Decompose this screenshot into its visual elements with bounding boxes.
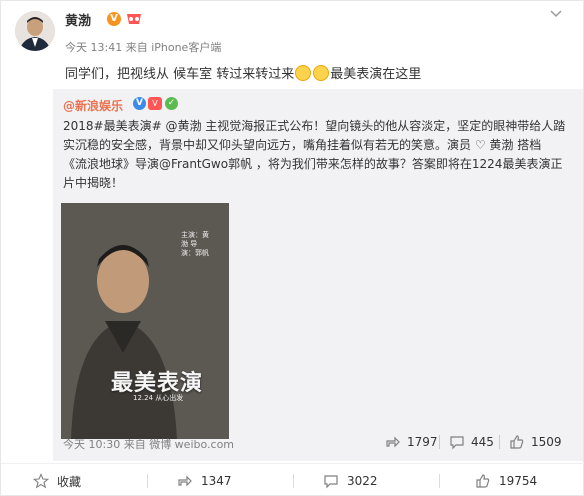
repost-comment-button[interactable]: 445 [449,434,494,450]
share-icon [178,475,192,487]
post-meta: 今天 13:41 来自 iPhone客户端 [65,41,222,54]
repost-like-button[interactable]: 1509 [509,434,562,450]
repost-line: 片中揭晓！ [63,176,124,190]
repost-meta: 今天 10:30 来自 微博 weibo.com [63,438,235,451]
repost-line: 《流浪地球》导演@FrantGwo郭帆 ，将为我们带来怎样的故事？答案即将在12… [63,157,563,171]
repost-share-button[interactable]: 1797 [385,434,438,450]
verified-blue-icon: V [133,97,146,110]
favorite-button[interactable]: 收藏 [33,464,81,496]
comment-button[interactable]: 3022 [323,464,378,496]
like-button[interactable]: 19754 [475,464,537,496]
repost-line: 实沉稳的安全感，背景中却又仰头望向远方，嘴角挂着似有若无的笑意。演员 ♡ 黄渤 … [63,138,542,152]
chevron-down-icon[interactable] [549,7,563,21]
vip-icon [127,14,141,24]
laugh-emoji-icon [295,65,312,81]
divider [293,474,294,488]
laugh-emoji-icon [313,65,330,81]
vip-badge-icon: V [148,97,162,110]
repost-author[interactable]: @新浪娱乐 [63,97,123,114]
comment-icon [324,475,338,489]
comment-icon [450,436,464,450]
star-icon [33,473,49,489]
repost-text: 2018#最美表演# @黄渤 主视觉海报正式公布！望向镜头的他从容淡定，坚定的眼… [63,117,565,193]
divider [499,435,500,449]
thumbs-up-icon [510,435,524,449]
poster-credits: 主演：黄渤 导演：郭帆 [181,231,209,257]
repost-button[interactable]: 1347 [177,464,232,496]
favorite-label: 收藏 [57,474,82,489]
repost-like-count: 1509 [531,435,562,449]
repost-comment-count: 445 [471,435,494,449]
thumbs-up-icon [476,474,490,488]
repost-box[interactable]: @新浪娱乐 V V ✓ 2018#最美表演# @黄渤 主视觉海报正式公布！望向镜… [53,89,583,461]
weibo-card: 黄渤 V 今天 13:41 来自 iPhone客户端 同学们，把视线从 候车室 … [0,0,584,496]
author-avatar[interactable] [15,11,55,51]
share-icon [386,436,400,448]
divider [439,435,440,449]
poster-image[interactable]: 主演：黄渤 导演：郭帆 最美表演 12.24 从心出发 [61,203,229,439]
action-bar: 收藏 1347 3022 19754 [1,463,584,496]
comment-count: 3022 [347,474,378,488]
like-count: 19754 [499,474,538,488]
repost-line: 2018#最美表演# @黄渤 主视觉海报正式公布！望向镜头的他从容淡定，坚定的眼… [63,119,566,133]
content-text-2: 最美表演在这里 [330,67,422,82]
post-content: 同学们，把视线从 候车室 转过来转过来 最美表演在这里 [65,63,421,82]
repost-share-count: 1797 [407,435,438,449]
repost-count: 1347 [201,474,232,488]
divider [439,474,440,488]
poster-date: 12.24 从心出发 [133,394,184,402]
divider [147,474,148,488]
content-text-1: 同学们，把视线从 候车室 转过来转过来 [65,67,295,82]
check-badge-icon: ✓ [165,97,178,110]
author-name[interactable]: 黄渤 [65,10,91,29]
verified-icon: V [107,12,121,26]
